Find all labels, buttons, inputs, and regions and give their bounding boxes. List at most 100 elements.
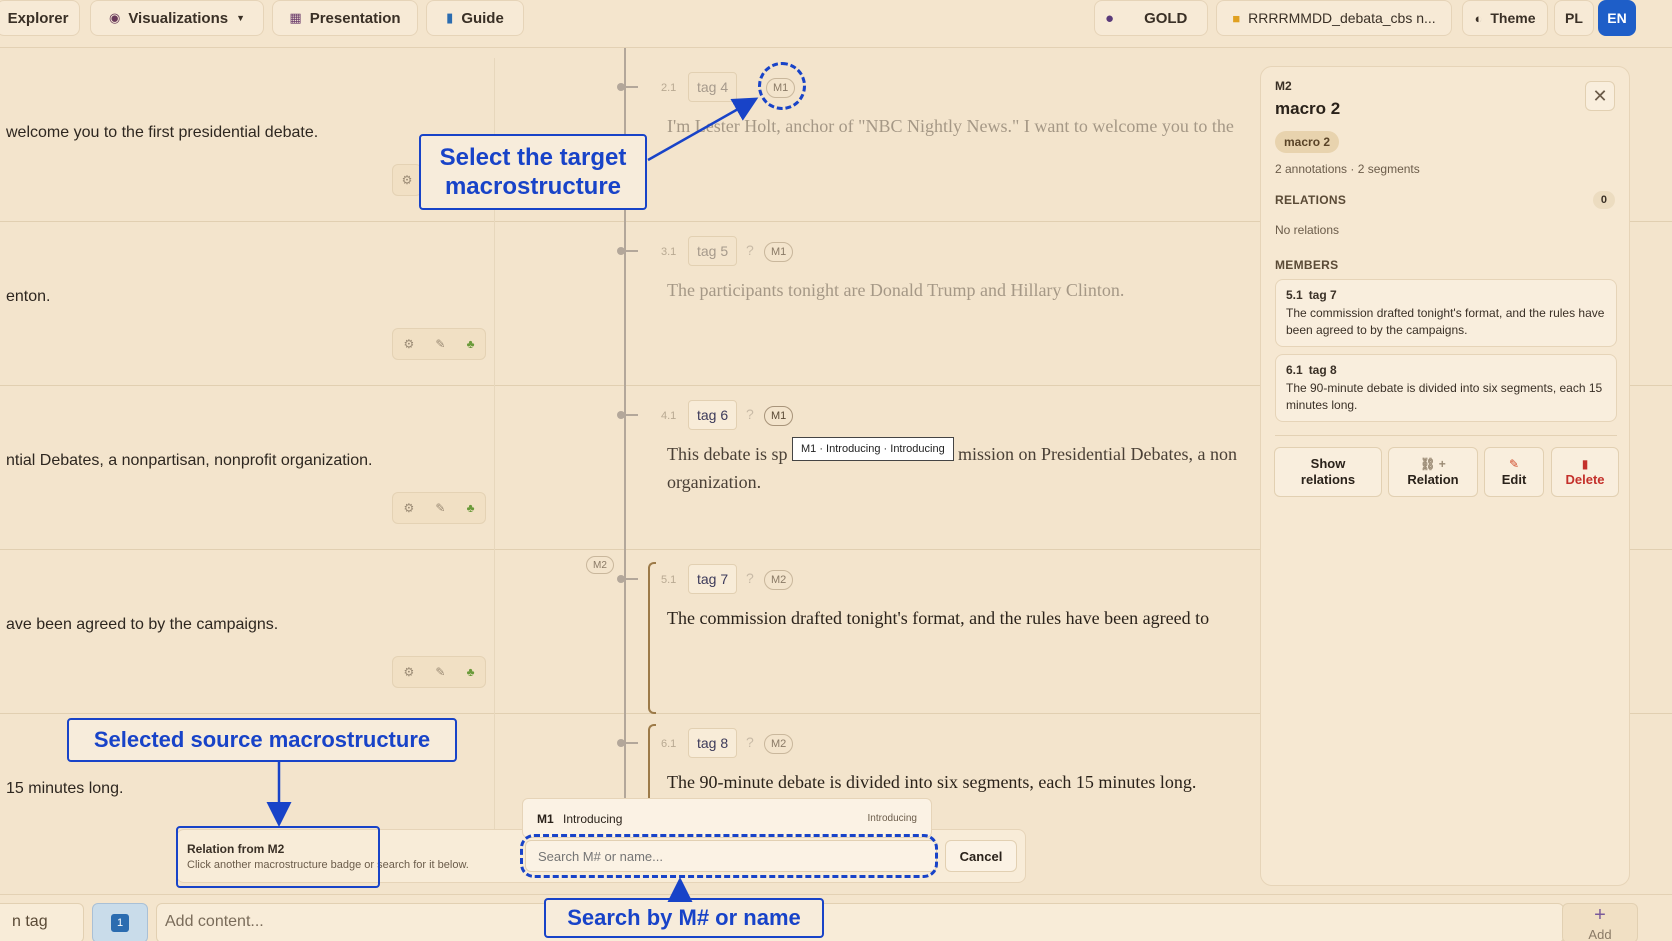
eye-icon: ◉ — [108, 10, 121, 25]
left-text: ntial Debates, a nonpartisan, nonprofit … — [6, 452, 373, 469]
plus-icon: + — [1594, 904, 1606, 926]
contrast-icon: ◐ — [1474, 10, 1483, 26]
member-header: 5.1 tag 7 — [1286, 288, 1606, 302]
segment-text-continued: mission on Presidential Debates, a non — [958, 444, 1237, 464]
timeline-tick — [617, 411, 638, 419]
file-selector[interactable]: ■ RRRRMMDD_debata_cbs n... — [1216, 0, 1452, 36]
tree-icon[interactable]: ♣ — [467, 337, 475, 351]
tag-chip[interactable]: tag 6 — [688, 400, 738, 430]
theme-button[interactable]: ◐ Theme — [1462, 0, 1548, 36]
member-header: 6.1 tag 8 — [1286, 363, 1606, 377]
row-tools[interactable]: ⚙ — [392, 164, 422, 196]
callout-search-by: Search by M# or name — [544, 898, 824, 938]
show-relations-label: Show relations — [1300, 456, 1356, 487]
tag-chip[interactable]: tag 4 — [688, 72, 738, 102]
question-mark[interactable]: ? — [746, 570, 754, 586]
visualizations-label: Visualizations — [128, 9, 229, 27]
question-mark[interactable]: ? — [746, 406, 754, 422]
tag-chip[interactable]: tag 7 — [688, 564, 738, 594]
link-icon: ⛓ + — [1420, 457, 1446, 471]
segment-text: I'm Lester Holt, anchor of "NBC Nightly … — [667, 116, 1234, 136]
edit-label: Edit — [1501, 472, 1527, 487]
macro-bracket — [648, 562, 656, 714]
cancel-button[interactable]: Cancel — [945, 840, 1017, 872]
trash-icon: ▮ — [1581, 457, 1589, 471]
row-tools: ⚙ ✎ ♣ — [392, 328, 486, 360]
left-text: 15 minutes long. — [6, 780, 124, 797]
segment-type-button[interactable]: 1 — [92, 903, 148, 941]
member-num: 6.1 — [1286, 363, 1303, 377]
suggestion-id: M1 — [537, 812, 554, 826]
delete-label: Delete — [1565, 472, 1605, 487]
add-button[interactable]: + Add — [1562, 903, 1638, 941]
member-tag: tag 7 — [1308, 288, 1337, 302]
user-icon: ● — [1105, 9, 1115, 27]
segment-number: 2.1 — [661, 82, 677, 94]
lang-pl-button[interactable]: PL — [1554, 0, 1594, 36]
macro-tooltip: M1 · Introducing · Introducing — [792, 437, 954, 461]
segment-text: The participants tonight are Donald Trum… — [667, 280, 1125, 300]
add-relation-button[interactable]: ⛓ + Relation — [1388, 447, 1478, 497]
row-tools: ⚙ ✎ ♣ — [392, 492, 486, 524]
gold-label: GOLD — [1144, 9, 1188, 27]
gear-icon[interactable]: ⚙ — [404, 337, 415, 351]
macro-group-badge[interactable]: M2 — [586, 556, 614, 574]
pencil-icon[interactable]: ✎ — [435, 337, 445, 351]
user-gold-button[interactable]: ● GOLD — [1094, 0, 1208, 36]
macro-name-chip: macro 2 — [1275, 131, 1340, 153]
gear-icon[interactable]: ⚙ — [404, 665, 415, 679]
question-mark[interactable]: ? — [746, 242, 754, 258]
edit-button[interactable]: ✎ Edit — [1484, 447, 1544, 497]
macro-badge[interactable]: M1 — [764, 242, 794, 262]
en-label: EN — [1607, 10, 1627, 26]
theme-label: Theme — [1490, 10, 1536, 26]
presentation-label: Presentation — [309, 9, 401, 27]
close-button[interactable]: ✕ — [1585, 81, 1615, 111]
tag-chip[interactable]: tag 8 — [688, 728, 738, 758]
question-mark[interactable]: ? — [746, 734, 754, 750]
content-placeholder: Add content... — [165, 913, 264, 930]
tag-chip[interactable]: tag 5 — [688, 236, 738, 266]
macro-badge[interactable]: M2 — [764, 734, 794, 754]
lang-en-button[interactable]: EN — [1598, 0, 1636, 36]
gear-icon[interactable]: ⚙ — [404, 501, 415, 515]
pencil-icon[interactable]: ✎ — [435, 501, 445, 515]
segment-text: The 90-minute debate is divided into six… — [667, 772, 1197, 792]
macro-badge[interactable]: M2 — [764, 570, 794, 590]
gear-icon[interactable]: ⚙ — [402, 173, 413, 187]
macro-badge[interactable]: M1 — [764, 406, 794, 426]
guide-label: Guide — [461, 9, 504, 27]
divider — [494, 222, 495, 386]
content-input[interactable] — [156, 903, 1564, 941]
segment-number: 5.1 — [661, 574, 677, 586]
top-bar: Explorer ◉ Visualizations ▼ ▦ Presentati… — [0, 0, 1672, 48]
relation-label: Relation — [1407, 472, 1459, 487]
member-card[interactable]: 6.1 tag 8 The 90-minute debate is divided… — [1275, 354, 1617, 422]
delete-button[interactable]: ▮ Delete — [1551, 447, 1619, 497]
target-highlight-ring — [758, 62, 806, 110]
search-suggestion[interactable]: M1 Introducing Introducing — [522, 798, 932, 838]
member-text: The 90-minute debate is divided into six… — [1286, 381, 1603, 412]
show-relations-button[interactable]: Show relations — [1274, 447, 1382, 497]
member-text: The commission drafted tonight's format,… — [1286, 306, 1605, 337]
left-text: welcome you to the first presidential de… — [6, 124, 319, 141]
tree-icon[interactable]: ♣ — [467, 665, 475, 679]
visualizations-button[interactable]: ◉ Visualizations ▼ — [90, 0, 264, 36]
tree-icon[interactable]: ♣ — [467, 501, 475, 515]
segment-icon: 1 — [111, 914, 129, 932]
segment-text: This debate is sp — [667, 444, 788, 464]
explorer-label: Explorer — [7, 9, 69, 27]
panel-title: macro 2 — [1275, 99, 1341, 118]
no-relations-text: No relations — [1275, 223, 1340, 237]
chevron-down-icon: ▼ — [236, 13, 246, 23]
presentation-button[interactable]: ▦ Presentation — [272, 0, 418, 36]
segment-text: The commission drafted tonight's format,… — [667, 608, 1210, 628]
explorer-button[interactable]: Explorer — [0, 0, 80, 36]
pencil-icon[interactable]: ✎ — [435, 665, 445, 679]
member-card[interactable]: 5.1 tag 7 The commission drafted tonight'… — [1275, 279, 1617, 347]
member-tag: tag 8 — [1308, 363, 1337, 377]
guide-button[interactable]: ▮ Guide — [426, 0, 524, 36]
left-text: enton. — [6, 288, 51, 305]
members-heading: MEMBERS — [1275, 258, 1339, 272]
timeline-tick — [617, 575, 638, 583]
